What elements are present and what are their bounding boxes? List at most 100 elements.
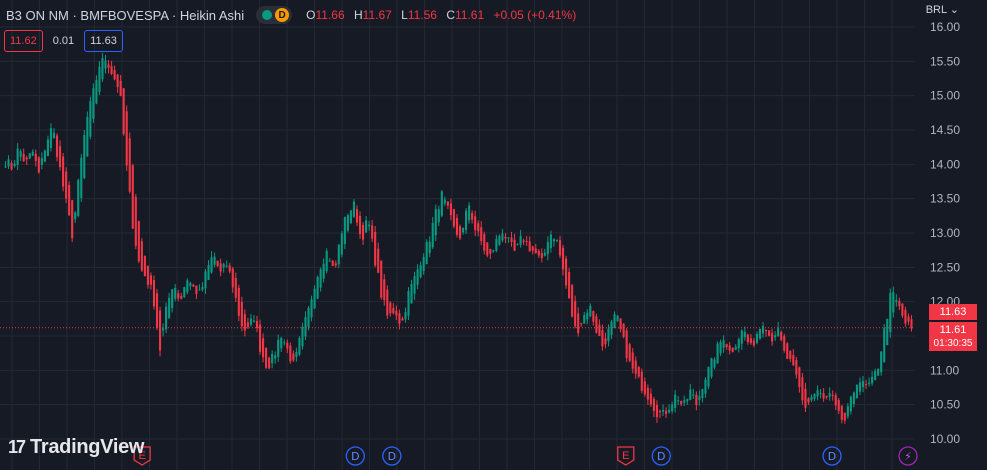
candle-body	[343, 217, 346, 245]
candle-body	[449, 203, 452, 216]
candle-body	[334, 263, 337, 266]
candle-body	[683, 400, 686, 403]
candle-body	[37, 157, 40, 173]
candle-body	[92, 88, 95, 119]
candle-body	[7, 159, 10, 167]
candle-body	[586, 312, 589, 320]
candle-body	[646, 387, 649, 400]
candle-body	[719, 342, 722, 354]
candle-body	[325, 250, 328, 272]
event-label: D	[828, 450, 836, 463]
earnings-event-icon[interactable]: E	[617, 446, 635, 466]
candle-body	[158, 310, 162, 351]
candle-body	[446, 201, 449, 206]
symbol-title[interactable]: B3 ON NM · BMFBOVESPA · Heikin Ashi	[6, 8, 244, 23]
candle-body	[465, 210, 468, 231]
candle-body	[477, 223, 480, 232]
candle-body	[522, 240, 525, 242]
candle-body	[149, 275, 153, 285]
split-event-icon[interactable]: ⚡	[898, 446, 918, 466]
candle-body	[89, 100, 92, 137]
candle-body	[877, 368, 880, 376]
low-value: 11.56	[407, 8, 437, 22]
candle-body	[558, 240, 562, 256]
candle-body	[368, 224, 371, 227]
sell-price-button[interactable]: 11.62	[4, 30, 43, 52]
y-tick-label: 15.50	[930, 54, 960, 68]
price-chart[interactable]: 10.0010.5011.0011.5012.0012.5013.0013.50…	[0, 0, 987, 470]
open-value: 11.66	[315, 8, 345, 22]
candle-body	[162, 328, 165, 331]
candle-body	[392, 307, 395, 314]
ask-price-tag: 11.63	[929, 304, 977, 321]
candles	[4, 52, 913, 424]
candle-body	[207, 264, 210, 280]
candle-body	[722, 340, 725, 348]
candle-body	[304, 317, 307, 337]
candle-body	[452, 209, 456, 227]
candle-body	[113, 70, 116, 80]
candle-body	[640, 371, 643, 391]
candle-body	[552, 239, 556, 242]
candle-body	[55, 135, 59, 157]
candle-body	[416, 269, 419, 285]
candle-body	[255, 321, 259, 329]
tradingview-logo[interactable]: 17 TradingView	[8, 436, 144, 459]
market-status-badge[interactable]: D	[256, 6, 293, 24]
candle-body	[898, 301, 901, 307]
candle-body	[689, 389, 692, 401]
candle-body	[413, 276, 416, 294]
candle-body	[737, 339, 740, 349]
candle-body	[95, 80, 98, 104]
candle-body	[146, 265, 149, 285]
candle-body	[228, 265, 231, 272]
candle-body	[383, 279, 386, 301]
candle-body	[440, 191, 443, 216]
candle-body	[71, 200, 74, 239]
candle-body	[125, 111, 128, 166]
candle-body	[295, 352, 298, 357]
dividend-event-icon[interactable]: D	[822, 446, 842, 466]
candle-body	[283, 342, 286, 344]
dividend-event-icon[interactable]: D	[382, 446, 402, 466]
candle-body	[349, 210, 352, 223]
candle-body	[874, 370, 877, 381]
candle-body	[795, 360, 798, 375]
candle-body	[52, 132, 56, 139]
event-label: D	[388, 450, 396, 463]
buy-price-button[interactable]: 11.63	[84, 30, 123, 52]
candle-body	[301, 326, 304, 347]
candle-body	[752, 340, 755, 346]
candle-body	[843, 412, 846, 421]
candle-body	[201, 286, 204, 290]
candle-body	[165, 306, 168, 330]
candle-body	[468, 205, 471, 221]
candle-body	[568, 271, 571, 299]
candle-body	[49, 128, 53, 148]
candle-body	[565, 258, 568, 286]
candle-body	[137, 221, 140, 262]
candle-body	[855, 384, 859, 399]
candle-body	[198, 289, 201, 291]
bar-countdown: 01:30:35	[929, 337, 977, 352]
candle-body	[107, 64, 110, 68]
dividend-event-icon[interactable]: D	[345, 446, 365, 466]
candle-body	[498, 235, 501, 245]
candle-body	[210, 257, 213, 273]
candle-body	[631, 352, 634, 369]
y-tick-label: 11.00	[930, 363, 959, 377]
y-tick-label: 13.50	[930, 192, 960, 206]
candle-body	[428, 241, 431, 254]
candle-body	[458, 226, 462, 239]
currency-selector[interactable]: BRL ⌄	[926, 3, 959, 16]
candle-body	[180, 295, 183, 299]
candle-body	[771, 333, 774, 342]
change-value: +0.05 (+0.41%)	[493, 8, 577, 22]
candle-body	[461, 227, 465, 233]
candle-body	[380, 260, 383, 298]
dividend-event-icon[interactable]: D	[651, 446, 671, 466]
chevron-down-icon: ⌄	[949, 4, 959, 16]
candle-body	[322, 263, 325, 279]
candle-body	[652, 399, 655, 411]
candle-body	[601, 330, 604, 347]
